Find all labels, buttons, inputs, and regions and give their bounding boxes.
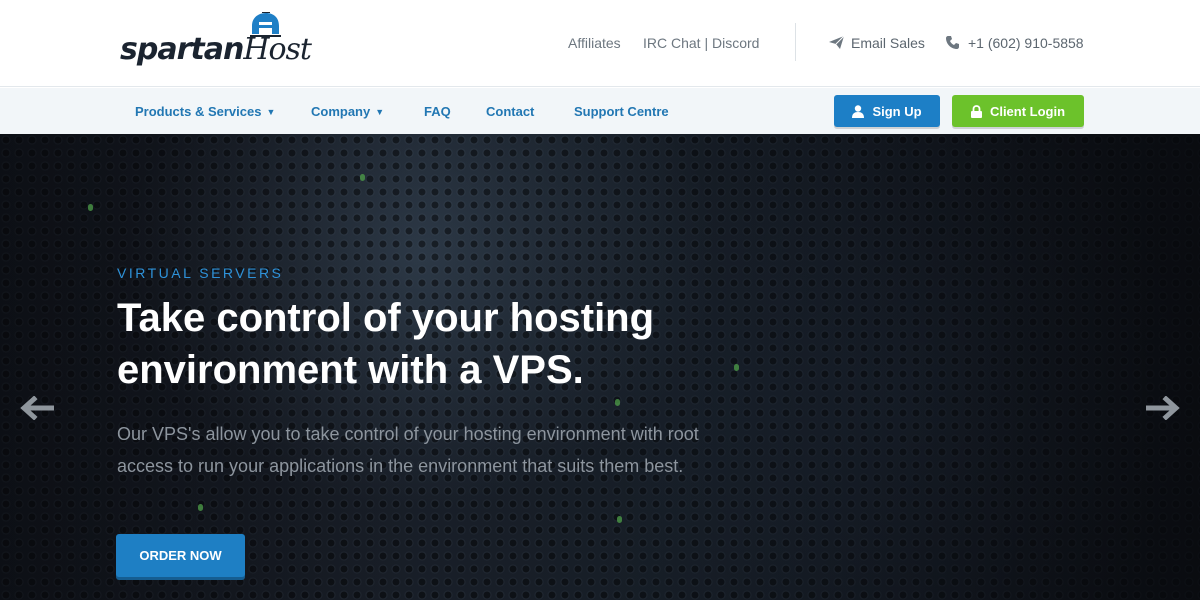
chevron-down-icon: ▼ [266, 107, 276, 117]
server-led-decor [88, 204, 93, 211]
user-icon [852, 104, 865, 118]
nav-faq[interactable]: FAQ [424, 104, 451, 119]
phone-icon [946, 36, 959, 49]
header-divider [795, 23, 796, 61]
server-led-decor [617, 516, 622, 523]
irc-discord-link[interactable]: IRC Chat | Discord [643, 35, 759, 51]
client-login-label: Client Login [989, 103, 1066, 119]
order-now-button[interactable]: ORDER NOW [116, 534, 245, 577]
logo-text-spartan: spartan [120, 32, 244, 67]
nav-support-centre-label: Support Centre [574, 104, 669, 119]
lock-icon [970, 104, 982, 118]
sign-up-button[interactable]: Sign Up [834, 95, 940, 127]
arrow-right-icon[interactable] [1146, 396, 1182, 420]
hero-slider: VIRTUAL SERVERS Take control of your hos… [0, 134, 1200, 600]
main-nav: Products & Services ▼ Company ▼ FAQ Contac… [0, 88, 1200, 134]
sign-up-label: Sign Up [872, 103, 922, 119]
nav-faq-label: FAQ [424, 104, 451, 119]
hero-kicker: VIRTUAL SERVERS [117, 265, 284, 281]
email-sales-label: Email Sales [851, 35, 925, 51]
nav-company[interactable]: Company ▼ [311, 104, 384, 119]
nav-products-services-label: Products & Services [135, 104, 262, 119]
server-led-decor [360, 174, 365, 181]
server-led-decor [615, 399, 620, 406]
paper-plane-icon [829, 36, 844, 49]
logo-wordmark: spartanHost [120, 32, 312, 67]
nav-company-label: Company [311, 104, 371, 119]
chevron-down-icon: ▼ [375, 107, 385, 117]
nav-products-services[interactable]: Products & Services ▼ [135, 104, 275, 119]
client-login-button[interactable]: Client Login [952, 95, 1084, 127]
spartanhost-logo[interactable]: spartanHost [120, 12, 320, 72]
top-header: spartanHost Affiliates IRC Chat | Discor… [0, 0, 1200, 87]
server-led-decor [198, 504, 203, 511]
logo-text-host: Host [243, 32, 312, 67]
nav-contact[interactable]: Contact [486, 104, 534, 119]
nav-support-centre[interactable]: Support Centre [574, 104, 669, 119]
phone-number: +1 (602) 910-5858 [968, 35, 1084, 51]
arrow-left-icon[interactable] [18, 396, 54, 420]
hero-description: Our VPS's allow you to take control of y… [117, 424, 699, 476]
nav-contact-label: Contact [486, 104, 535, 119]
hero-title: Take control of your hosting environment… [117, 296, 655, 392]
affiliates-link[interactable]: Affiliates [568, 35, 621, 51]
